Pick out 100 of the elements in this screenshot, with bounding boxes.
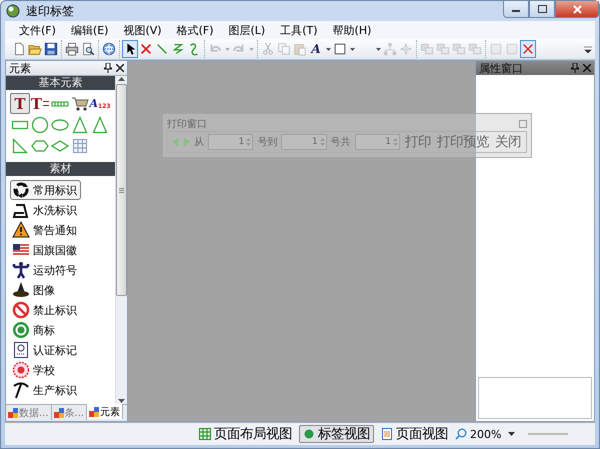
triangle-icon (92, 116, 108, 134)
spin-arrows-icon (320, 137, 325, 147)
close-icon (572, 4, 582, 14)
zoom-icon (455, 428, 467, 440)
menu-item[interactable]: 图层(L) (220, 22, 272, 38)
app-logo-icon (6, 4, 20, 18)
paste-icon (293, 42, 307, 56)
text-tool[interactable]: T (10, 93, 30, 114)
caret-icon (224, 48, 230, 50)
panel-tab[interactable]: 元素 (87, 404, 124, 419)
pointer-button[interactable] (122, 40, 138, 58)
next-icon (183, 137, 190, 147)
caret-icon (248, 48, 254, 50)
material-category[interactable]: 国旗国徽 (10, 240, 81, 260)
menu-item[interactable]: 视图(V) (115, 22, 169, 38)
restore-icon (519, 120, 527, 128)
tab-blocks-icon (89, 406, 100, 416)
rectangle-icon (11, 118, 29, 130)
field-label: 从 (194, 136, 204, 149)
tab-blocks-icon (8, 408, 18, 418)
menu-item[interactable]: 编辑(E) (62, 22, 116, 38)
seal-icon (12, 361, 30, 379)
grid-icon (199, 428, 211, 440)
align-icon (452, 42, 466, 56)
material-category[interactable]: 水洗标识 (10, 200, 81, 220)
move-icon (399, 42, 413, 56)
field-label: 号到 (257, 136, 278, 149)
pickaxe-icon (12, 381, 30, 399)
field-label: 号共 (330, 136, 351, 149)
globe-icon (102, 42, 116, 56)
dot-icon (303, 428, 315, 440)
panel-title: 属性窗口 (479, 60, 524, 76)
font-button[interactable]: A (308, 40, 324, 58)
material-category[interactable]: 警告通知 (10, 220, 81, 240)
close-icon (116, 64, 124, 72)
square-icon (489, 42, 503, 56)
panel-tab[interactable]: 条... (52, 405, 88, 420)
prohibition-icon (12, 301, 30, 319)
material-category[interactable]: 禁止标识 (10, 300, 81, 320)
material-category[interactable]: 学校 (10, 360, 59, 380)
iron-icon (12, 201, 30, 219)
globe-button[interactable] (101, 40, 117, 58)
page-icon (12, 42, 26, 56)
multiline-text-tool[interactable]: T (30, 93, 50, 114)
view-button[interactable]: 页面视图 (377, 425, 452, 443)
close-button[interactable] (555, 1, 599, 18)
scissors-icon (261, 42, 275, 56)
view-button[interactable]: 页面布局视图 (195, 425, 296, 443)
line-icon (155, 42, 169, 56)
section-header: 基本元素 (6, 76, 115, 90)
table-icon (73, 138, 87, 152)
certificate-icon (12, 341, 30, 359)
print-preview-icon (81, 42, 95, 56)
delete-icon (521, 42, 535, 56)
folder-icon (28, 42, 42, 56)
align-icon (420, 42, 434, 56)
hat-icon (12, 281, 30, 299)
material-category[interactable]: 商标 (10, 320, 59, 340)
menu-item[interactable]: 工具(T) (272, 22, 325, 38)
spin-arrows-icon (246, 137, 252, 147)
caret-icon (326, 48, 330, 50)
print-preview-button[interactable] (80, 40, 96, 58)
view-button[interactable]: 标签视图 (299, 425, 374, 443)
hierarchy-icon (383, 42, 397, 56)
floppy-disk-button[interactable] (43, 40, 59, 58)
zoom-level: 200% (470, 428, 502, 440)
circle-tool[interactable] (30, 114, 50, 135)
caret-icon (376, 48, 380, 50)
window-title: 速印标签 (26, 2, 74, 20)
sport-figure-icon (12, 261, 30, 279)
menu-item[interactable]: 文件(F) (11, 22, 63, 38)
right-triangle-icon (12, 138, 28, 154)
printer-button[interactable] (64, 40, 80, 58)
caret-icon (508, 432, 516, 436)
pin-icon (104, 63, 112, 73)
spin-arrows-icon (392, 137, 398, 147)
text-button[interactable]: 关闭 (494, 133, 522, 151)
delete-button[interactable] (520, 40, 536, 58)
scrollbar[interactable] (115, 76, 127, 404)
maximize-button[interactable] (529, 1, 555, 18)
menu-item[interactable]: 格式(F) (168, 22, 220, 38)
logo-badge-icon (12, 321, 30, 339)
grip-icon (119, 188, 124, 192)
hexagon-icon (31, 140, 49, 152)
minimize-button[interactable] (503, 1, 529, 18)
material-category[interactable]: 生产标识 (10, 380, 81, 400)
material-category[interactable]: 常用标识 (10, 180, 81, 200)
warning-icon (12, 221, 30, 239)
triangle-icon (72, 116, 88, 134)
material-category[interactable]: 图像 (10, 280, 59, 300)
menu-item[interactable]: 帮助(H) (324, 22, 378, 38)
diamond-icon (51, 140, 69, 152)
material-category[interactable]: 认证标记 (10, 340, 81, 360)
panel-tab[interactable]: 数据... (6, 405, 52, 420)
close-icon (583, 64, 591, 72)
scroll-thumb[interactable] (116, 84, 127, 296)
caret-icon (350, 48, 354, 50)
material-category[interactable]: 运动符号 (10, 260, 81, 280)
align-icon (436, 42, 450, 56)
square-icon (505, 42, 519, 56)
